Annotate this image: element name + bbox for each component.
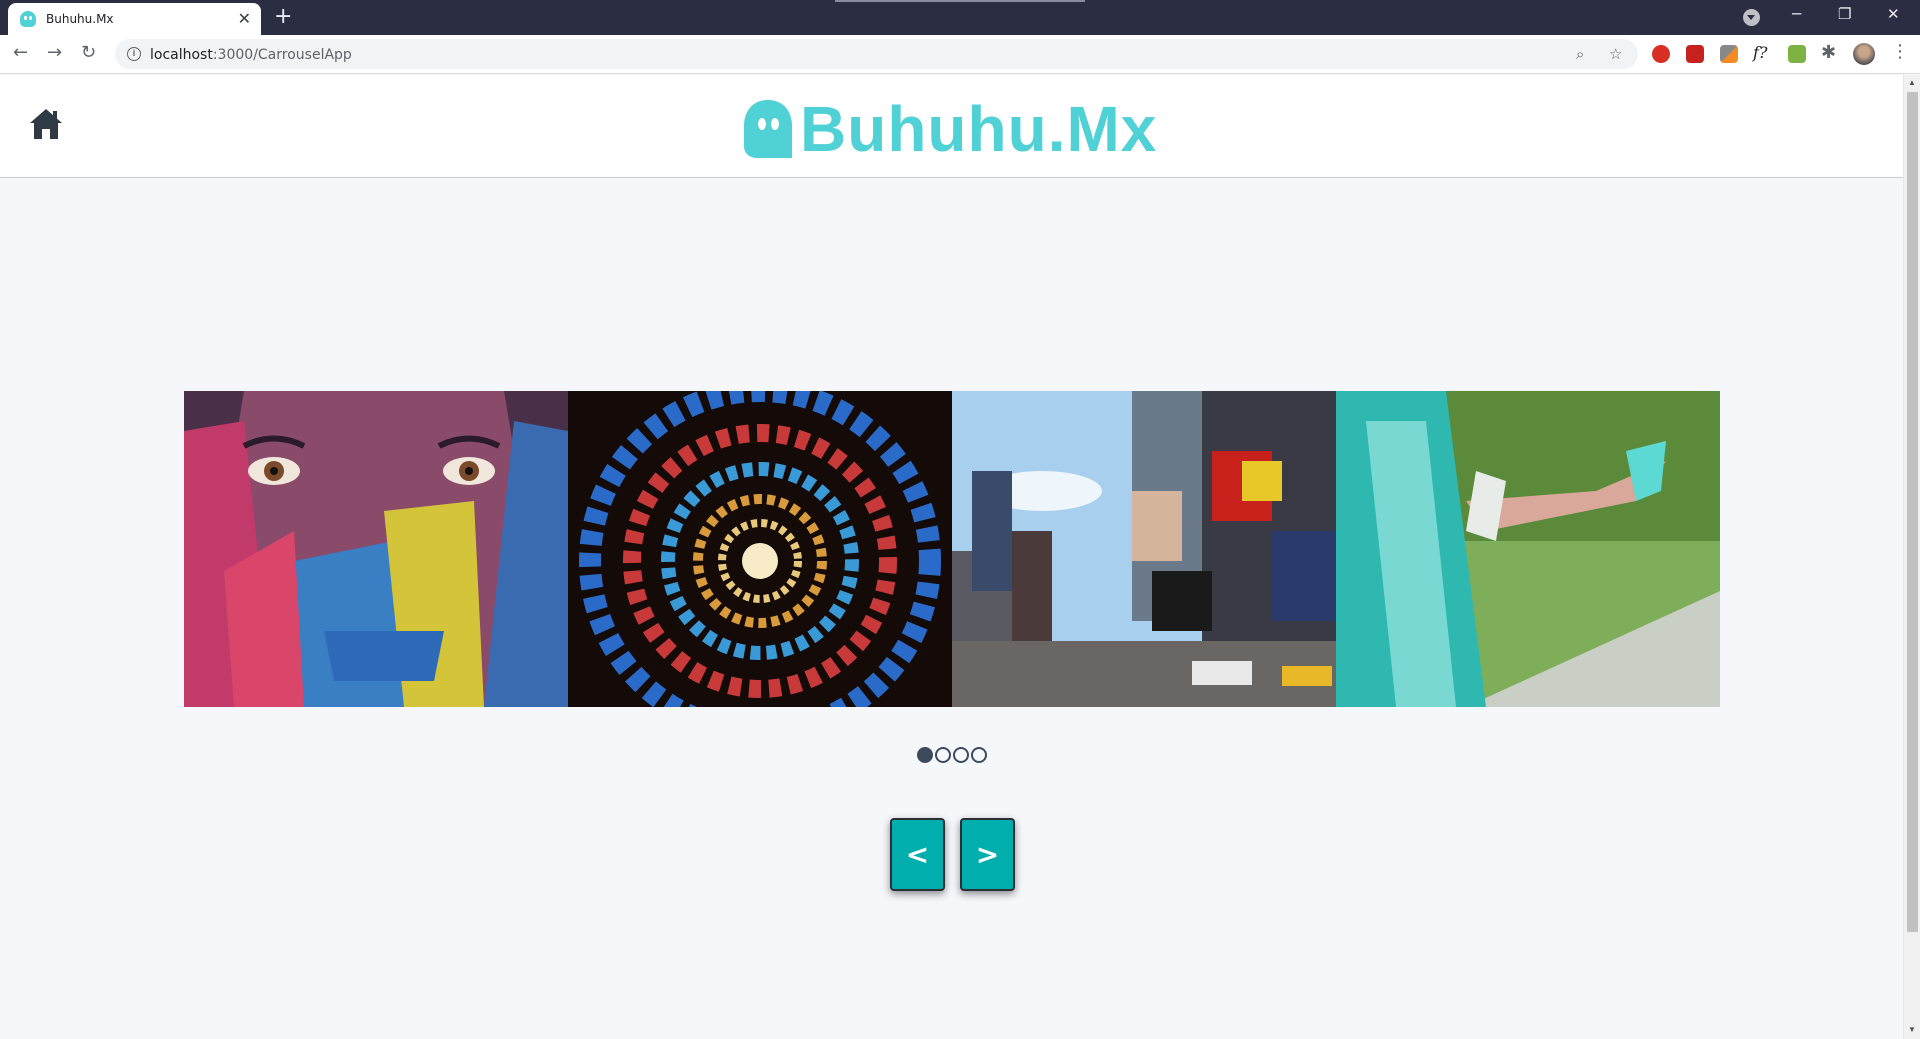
- reload-icon[interactable]: ↻: [81, 42, 96, 63]
- new-tab-button[interactable]: +: [274, 4, 292, 29]
- address-bar[interactable]: i localhost:3000/CarrouselApp ⌕ ☆: [115, 39, 1638, 69]
- slide-stained-glass-spiral[interactable]: [568, 391, 952, 707]
- zoom-icon[interactable]: ⌕: [1576, 45, 1584, 63]
- slide-legs-out-of-car-window[interactable]: [1336, 391, 1720, 707]
- prev-button[interactable]: <: [890, 818, 945, 891]
- tab-search-icon[interactable]: [1743, 9, 1760, 26]
- painted-face-image: [184, 391, 568, 707]
- brand-logo: Buhuhu.Mx: [740, 93, 1157, 165]
- site-info-icon[interactable]: i: [127, 47, 141, 61]
- carousel-dot-2[interactable]: [935, 747, 951, 763]
- logo-text: Buhuhu.Mx: [800, 93, 1158, 165]
- close-window-button[interactable]: ✕: [1887, 5, 1900, 23]
- ghost-favicon-icon: [20, 11, 36, 27]
- slide-times-square-street[interactable]: [952, 391, 1336, 707]
- car-legs-image: [1336, 391, 1720, 707]
- app-header: Buhuhu.Mx: [0, 75, 1903, 178]
- ublock-extension-icon[interactable]: [1652, 45, 1670, 63]
- slide-colorful-painted-face[interactable]: [184, 391, 568, 707]
- forward-arrow-icon[interactable]: →: [47, 42, 62, 63]
- restore-button[interactable]: ❐: [1838, 5, 1851, 23]
- home-icon[interactable]: [28, 107, 64, 141]
- carousel-dot-1[interactable]: [917, 747, 933, 763]
- extensions-puzzle-icon[interactable]: ✱: [1821, 42, 1836, 63]
- scroll-thumb[interactable]: [1907, 92, 1918, 932]
- carousel-dot-4[interactable]: [971, 747, 987, 763]
- profile-avatar[interactable]: [1853, 43, 1875, 65]
- green-extension-icon[interactable]: [1788, 45, 1806, 63]
- url-text[interactable]: localhost:3000/CarrouselApp: [150, 47, 352, 63]
- scroll-down-icon[interactable]: ▼: [1908, 1025, 1916, 1034]
- url-host: localhost: [150, 47, 213, 63]
- scroll-up-icon[interactable]: ▲: [1908, 78, 1916, 87]
- carousel-controls: < >: [890, 818, 1015, 891]
- tab-close-icon[interactable]: ✕: [238, 9, 251, 28]
- browser-tab-bar: Buhuhu.Mx ✕ + ─ ❐ ✕: [0, 0, 1920, 35]
- times-square-image: [952, 391, 1336, 707]
- tab-title: Buhuhu.Mx: [46, 12, 114, 26]
- tab-strip-indicator: [835, 0, 1085, 2]
- back-arrow-icon[interactable]: ←: [13, 42, 28, 63]
- page-scrollbar[interactable]: ▲ ▼: [1903, 75, 1920, 1039]
- carousel-dot-3[interactable]: [953, 747, 969, 763]
- font-extension-icon[interactable]: f?: [1753, 43, 1768, 62]
- tool-extension-icon[interactable]: [1720, 45, 1738, 63]
- ghost-logo-icon: [744, 100, 792, 158]
- bookmark-star-icon[interactable]: ☆: [1609, 45, 1622, 63]
- minimize-button[interactable]: ─: [1792, 5, 1801, 23]
- carousel-indicators: [917, 747, 987, 763]
- image-carousel: [184, 391, 1720, 707]
- browser-toolbar: ← → ↻ i localhost:3000/CarrouselApp ⌕ ☆ …: [0, 35, 1920, 74]
- url-path: :3000/CarrouselApp: [212, 47, 352, 63]
- browser-menu-icon[interactable]: ⋮: [1891, 41, 1909, 62]
- red-extension-icon[interactable]: [1686, 45, 1704, 63]
- stained-glass-image: [568, 391, 952, 707]
- next-button[interactable]: >: [960, 818, 1015, 891]
- browser-tab[interactable]: Buhuhu.Mx ✕: [8, 3, 261, 35]
